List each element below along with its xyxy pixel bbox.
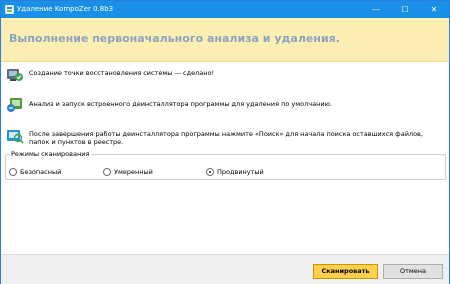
minimize-button[interactable]: —: [361, 1, 391, 18]
radio-circle[interactable]: [103, 168, 111, 176]
uninstall-window: Удаление KompoZer 0.8b3 — ☐ ✕ Выполнение…: [0, 0, 450, 284]
app-icon: [5, 5, 14, 14]
title-bar[interactable]: Удаление KompoZer 0.8b3 — ☐ ✕: [1, 1, 449, 18]
close-button[interactable]: ✕: [419, 1, 449, 18]
radio-circle-selected[interactable]: [206, 168, 214, 176]
restore-point-check-icon: [7, 69, 23, 81]
scan-mode-moderate-label[interactable]: Умеренный: [114, 168, 153, 176]
scan-mode-advanced-label[interactable]: Продвинутый: [217, 168, 264, 176]
maximize-button[interactable]: ☐: [390, 1, 420, 18]
banner-title: Выполнение первоначального анализа и уда…: [9, 32, 340, 45]
scan-modes-group: Режимы сканирования Безопасный Умеренный…: [5, 150, 446, 180]
scan-mode-safe-label[interactable]: Безопасный: [20, 168, 61, 176]
search-leftovers-icon: [7, 130, 24, 144]
window-title: Удаление KompoZer 0.8b3: [17, 5, 114, 13]
step-restore-point-text: Создание точки восстановления системы — …: [29, 69, 215, 77]
header-banner: Выполнение первоначального анализа и уда…: [1, 18, 449, 62]
scan-button[interactable]: Сканировать: [313, 264, 378, 279]
step-run-uninstaller-text: Анализ и запуск встроенного деинсталлято…: [29, 100, 333, 108]
step-search-leftovers-text: После завершения работы деинсталлятора п…: [29, 130, 423, 146]
uninstaller-run-icon: [7, 98, 22, 112]
scan-modes-legend: Режимы сканирования: [9, 150, 92, 159]
footer-bar: Сканировать Отмена: [1, 254, 449, 284]
cancel-button[interactable]: Отмена: [383, 264, 443, 279]
radio-circle[interactable]: [9, 168, 17, 176]
